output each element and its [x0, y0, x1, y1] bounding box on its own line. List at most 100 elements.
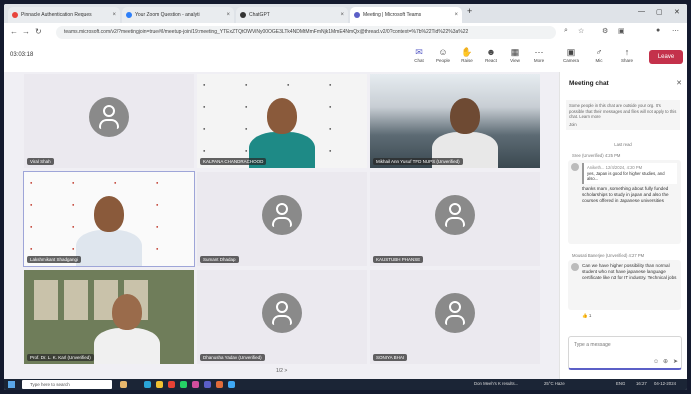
logo-mark: ● [156, 224, 159, 229]
tab-label: ChatGPT [249, 12, 270, 18]
participant-tile[interactable]: ●●●●●●●●●●●●●●●●KALPANA CHANDRACHOOD [197, 74, 367, 168]
close-icon[interactable]: × [112, 12, 116, 18]
whatsapp-icon[interactable] [180, 381, 187, 388]
participant-tile[interactable]: SONIYA BHAI [370, 270, 540, 364]
edge-icon[interactable] [144, 381, 151, 388]
quote-text: yes, Japan is good for higher studies, a… [587, 170, 665, 182]
participant-name: Prof. Dr. L. K. Karl (Unverified) [27, 354, 94, 361]
back-icon[interactable]: ← [10, 27, 18, 36]
toolbar-mic-button[interactable]: ♂ Mic [588, 46, 610, 63]
weather-widget[interactable]: 25°C Haze [544, 381, 565, 386]
chat-message[interactable]: Can we have higher possibility than norm… [568, 260, 681, 310]
taskview-icon[interactable] [120, 381, 127, 388]
message-text: Can we have higher possibility than norm… [582, 263, 677, 280]
participant-tile[interactable]: KAUSTUBH PHANSE [370, 172, 540, 266]
collections-icon[interactable]: ▣ [618, 27, 625, 35]
quoted-message[interactable]: Aniketh... 12/4/2024, 4:20 PM yes, Japan… [582, 163, 677, 184]
toolbar-react-button[interactable]: ☻ React [480, 46, 502, 63]
browser-tab[interactable]: ChatGPT × [236, 7, 348, 23]
toolbar-camera-button[interactable]: ▣ Camera [560, 46, 582, 63]
toolbar-view-button[interactable]: ▦ View [504, 46, 526, 63]
taskbar: Type here to search Don Meeh's K results… [4, 379, 687, 390]
reaction-badge[interactable]: 👍 1 [582, 313, 591, 319]
toolbar-chat-button[interactable]: ✉ Chat [408, 46, 430, 63]
new-tab-button[interactable]: + [467, 6, 472, 16]
clock-date[interactable]: 04-12-2024 [654, 381, 676, 386]
chat-compose-box[interactable]: Type a message ☺ ⊕ ➤ [568, 336, 682, 370]
meeting-chat-panel: Meeting chat ✕ Some people in this chat … [559, 72, 687, 379]
app-icon[interactable] [192, 381, 199, 388]
close-icon[interactable]: × [340, 12, 344, 18]
toolbar-more-button[interactable]: ⋯ More [528, 46, 550, 63]
clock-time[interactable]: 16:27 [636, 381, 647, 386]
logo-mark: ● [329, 104, 332, 109]
participant-tile[interactable]: ●●●●●●●●●●●●●●●●Lakshmikant Shadgangi [23, 171, 195, 267]
extensions-icon[interactable]: ⚙ [602, 27, 608, 35]
teams-icon[interactable] [204, 381, 211, 388]
windows-start-icon[interactable] [8, 381, 15, 388]
chat-message[interactable]: Aniketh... 12/4/2024, 4:20 PM yes, Japan… [568, 160, 681, 244]
close-icon[interactable]: × [454, 12, 458, 18]
participant-tile[interactable]: Viral Shah [24, 74, 194, 168]
toolbar-raise-button[interactable]: ✋ Raise [456, 46, 478, 63]
message-meta: Mousati Banerjee (Unverified) 4:27 PM [572, 253, 645, 258]
app-icon[interactable] [216, 381, 223, 388]
zoom-icon[interactable]: ⌕ [564, 27, 568, 35]
chrome-icon[interactable] [168, 381, 175, 388]
avatar [571, 263, 579, 271]
mic-icon: ♂ [595, 47, 603, 57]
minimize-icon[interactable]: — [638, 8, 645, 15]
app-icon[interactable] [228, 381, 235, 388]
logo-mark: ● [30, 224, 33, 229]
people-icon: ☺ [438, 47, 448, 57]
participant-name: KALPANA CHANDRACHOOD [200, 158, 267, 165]
browser-tab[interactable]: Pinnacle Authentication Reques × [8, 7, 120, 23]
gallery-pager[interactable]: 1/2 > [276, 368, 287, 374]
close-icon[interactable]: × [226, 12, 230, 18]
emoji-icon[interactable]: ☺ [653, 359, 659, 365]
shelf [34, 280, 58, 320]
toolbar-share-button[interactable]: ↑ Share [616, 46, 638, 63]
star-icon[interactable]: ☆ [578, 27, 584, 35]
tab-favicon-icon [354, 12, 360, 18]
tab-favicon-icon [126, 12, 132, 18]
tab-favicon-icon [12, 12, 18, 18]
logo-mark: ● [329, 82, 332, 87]
browser-tab-active[interactable]: Meeting | Microsoft Teams × [350, 7, 462, 23]
participant-tile[interactable]: Prof. Dr. L. K. Karl (Unverified) [24, 270, 194, 364]
explorer-icon[interactable] [156, 381, 163, 388]
window-close-icon[interactable]: ✕ [674, 8, 680, 16]
logo-mark: ● [245, 126, 248, 131]
logo-mark: ● [203, 104, 206, 109]
toolbar-label: React [485, 58, 497, 63]
language-indicator[interactable]: ENG [616, 381, 625, 386]
participant-tile[interactable]: Dhanusha Yadav (Unverified) [197, 270, 367, 364]
raise-icon: ✋ [461, 47, 473, 57]
url-input[interactable]: teams.microsoft.com/v2/?meetingjoin=true… [56, 26, 556, 39]
message-meta: Sree (Unverified) 4:25 PM [572, 153, 621, 158]
shelf [64, 280, 88, 320]
toolbar-people-button[interactable]: ☺ People [432, 46, 454, 63]
reload-icon[interactable]: ↻ [35, 27, 42, 36]
toolbar-label: Raise [461, 58, 473, 63]
maximize-icon[interactable]: ▢ [656, 8, 663, 16]
compose-input[interactable]: Type a message [574, 342, 611, 348]
notice-link[interactable]: Join [569, 122, 677, 128]
profile-icon[interactable]: ● [656, 27, 660, 34]
send-icon[interactable]: ➤ [673, 358, 678, 365]
taskbar-search-input[interactable]: Type here to search [22, 380, 112, 389]
leave-button[interactable]: Leave [649, 50, 683, 64]
browser-tab[interactable]: Your Zoom Question - analyti × [122, 7, 234, 23]
logo-mark: ● [203, 82, 206, 87]
logo-mark: ● [203, 126, 206, 131]
participant-tile[interactable]: Mikhail Ann Yusuf TFD NUPS (Unverified) [370, 74, 540, 168]
attach-icon[interactable]: ⊕ [663, 358, 668, 365]
browser-tab-bar: Pinnacle Authentication Reques × Your Zo… [4, 4, 687, 23]
participant-tile[interactable]: Sumant Dhadap [197, 172, 367, 266]
react-icon: ☻ [486, 47, 496, 57]
close-icon[interactable]: ✕ [676, 79, 682, 87]
news-widget[interactable]: Don Meeh's K results... [474, 381, 518, 386]
forward-icon[interactable]: → [22, 27, 30, 36]
menu-icon[interactable]: ⋯ [672, 27, 679, 35]
view-icon: ▦ [510, 47, 520, 57]
